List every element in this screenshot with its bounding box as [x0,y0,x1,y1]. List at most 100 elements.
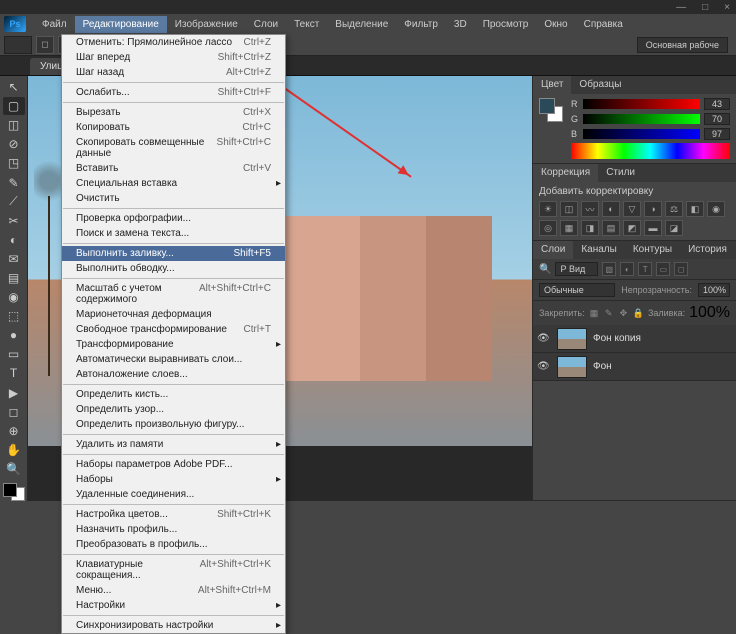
menu-item[interactable]: Автоналожение слоев... [62,367,285,382]
tool-5[interactable]: ✎ [3,173,25,191]
tool-9[interactable]: ✉ [3,250,25,268]
adj-hue-icon[interactable]: ◑ [644,201,662,217]
menu-item[interactable]: Синхронизировать настройки [62,618,285,633]
lock-pixels-icon[interactable]: ✎ [603,306,614,320]
adj-invert-icon[interactable]: ◨ [581,220,599,236]
blend-mode-dropdown[interactable]: Обычные [539,283,615,297]
menubar-item-5[interactable]: Выделение [327,16,396,33]
color-swatches[interactable] [3,483,25,501]
adj-mixer-icon[interactable]: ◎ [539,220,557,236]
visibility-icon[interactable]: 👁 [537,361,551,372]
adj-brightness-icon[interactable]: ☀ [539,201,557,217]
tab-paths[interactable]: Контуры [625,241,680,259]
tab-channels[interactable]: Каналы [573,241,625,259]
adj-exposure-icon[interactable]: ◐ [602,201,620,217]
menu-item[interactable]: КопироватьCtrl+C [62,120,285,135]
menu-item[interactable]: Меню...Alt+Shift+Ctrl+M [62,583,285,598]
menu-item[interactable]: Скопировать совмещенные данныеShift+Ctrl… [62,135,285,161]
menu-item[interactable]: Шаг назадAlt+Ctrl+Z [62,65,285,80]
filter-adj-icon[interactable]: ◐ [620,262,634,276]
layer-filter-kind[interactable]: Р Вид [555,262,598,276]
menu-item[interactable]: Выполнить заливку...Shift+F5 [62,246,285,261]
menu-item[interactable]: Определить кисть... [62,387,285,402]
menubar-item-8[interactable]: Просмотр [475,16,537,33]
menu-item[interactable]: Автоматически выравнивать слои... [62,352,285,367]
tool-8[interactable]: ◐ [3,231,25,249]
menu-item[interactable]: Свободное трансформированиеCtrl+T [62,322,285,337]
adj-selective-icon[interactable]: ◪ [665,220,683,236]
menu-item[interactable]: ВставитьCtrl+V [62,161,285,176]
tool-0[interactable]: ↖ [3,78,25,96]
tool-10[interactable]: ▤ [3,269,25,287]
menu-item[interactable]: Преобразовать в профиль... [62,537,285,552]
close-button[interactable]: × [724,2,730,13]
adj-threshold-icon[interactable]: ◩ [623,220,641,236]
menu-item[interactable]: ВырезатьCtrl+X [62,105,285,120]
menubar-item-2[interactable]: Изображение [167,16,246,33]
tab-styles[interactable]: Стили [598,164,643,182]
menubar-item-6[interactable]: Фильтр [396,16,446,33]
tab-swatches[interactable]: Образцы [571,76,629,94]
menu-item[interactable]: Очистить [62,191,285,206]
tool-4[interactable]: ◳ [3,154,25,172]
layer-thumb[interactable] [557,328,587,350]
menu-item[interactable]: Настройка цветов...Shift+Ctrl+K [62,507,285,522]
value-g[interactable]: 70 [704,113,730,125]
tool-13[interactable]: ● [3,326,25,344]
menu-item[interactable]: Ослабить...Shift+Ctrl+F [62,85,285,100]
menubar-item-9[interactable]: Окно [536,16,575,33]
menubar-item-0[interactable]: Файл [34,16,75,33]
spectrum-bar[interactable] [571,143,730,159]
tool-6[interactable]: ⟋ [3,193,25,211]
value-b[interactable]: 97 [704,128,730,140]
fill-value[interactable]: 100% [689,304,730,322]
lock-trans-icon[interactable]: ▦ [589,306,600,320]
layer-row[interactable]: 👁Фон [533,353,736,381]
adj-curves-icon[interactable]: 〰 [581,201,599,217]
tool-20[interactable]: 🔍 [3,460,25,478]
menu-item[interactable]: Назначить профиль... [62,522,285,537]
tool-2[interactable]: ◫ [3,116,25,134]
menu-item[interactable]: Трансформирование [62,337,285,352]
layer-thumb[interactable] [557,356,587,378]
adj-cb-icon[interactable]: ⚖ [665,201,683,217]
tool-17[interactable]: ◻ [3,403,25,421]
visibility-icon[interactable]: 👁 [537,333,551,344]
adj-bw-icon[interactable]: ◧ [686,201,704,217]
lock-pos-icon[interactable]: ✥ [618,306,629,320]
tool-18[interactable]: ⊕ [3,422,25,440]
filter-shape-icon[interactable]: ▭ [656,262,670,276]
menu-item[interactable]: Масштаб с учетом содержимогоAlt+Shift+Ct… [62,281,285,307]
slider-b[interactable] [583,129,700,139]
filter-type-icon[interactable]: T [638,262,652,276]
menubar-item-3[interactable]: Слои [246,16,286,33]
filter-pixel-icon[interactable]: ▧ [602,262,616,276]
selection-new-icon[interactable]: ◻ [36,36,54,54]
menubar-item-1[interactable]: Редактирование [75,16,167,33]
minimize-button[interactable]: — [676,2,686,13]
adj-vibrance-icon[interactable]: ▽ [623,201,641,217]
slider-r[interactable] [583,99,700,109]
adj-lookup-icon[interactable]: ▦ [560,220,578,236]
slider-g[interactable] [583,114,700,124]
menu-item[interactable]: Специальная вставка [62,176,285,191]
tool-12[interactable]: ⬚ [3,307,25,325]
menu-item[interactable]: Шаг впередShift+Ctrl+Z [62,50,285,65]
layer-filter-icon[interactable]: 🔍 [539,264,551,275]
menu-item[interactable]: Наборы параметров Adobe PDF... [62,457,285,472]
tool-19[interactable]: ✋ [3,441,25,459]
tool-3[interactable]: ⊘ [3,135,25,153]
color-swatch[interactable] [539,98,563,122]
menubar-item-10[interactable]: Справка [576,16,631,33]
adj-poster-icon[interactable]: ▤ [602,220,620,236]
layer-row[interactable]: 👁Фон копия [533,325,736,353]
value-r[interactable]: 43 [704,98,730,110]
menu-item[interactable]: Удалить из памяти [62,437,285,452]
tool-16[interactable]: ▶ [3,384,25,402]
menu-item[interactable]: Определить произвольную фигуру... [62,417,285,432]
opacity-value[interactable]: 100% [698,283,730,297]
menu-item[interactable]: Отменить: Прямолинейное лассоCtrl+Z [62,35,285,50]
tab-color[interactable]: Цвет [533,76,571,94]
tool-1[interactable]: ▢ [3,97,25,115]
tool-15[interactable]: T [3,364,25,382]
